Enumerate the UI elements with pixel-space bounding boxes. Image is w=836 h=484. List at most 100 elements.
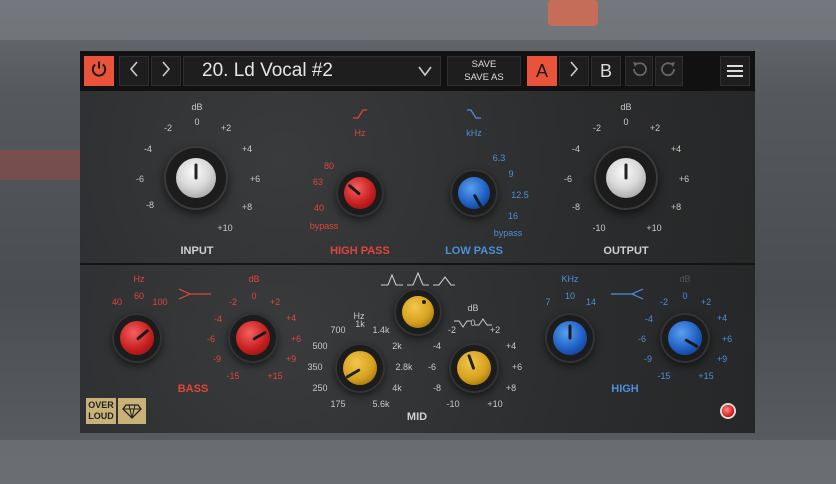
mid-freq-1-4k: 1.4k: [372, 325, 390, 335]
high-gain-m9: -9: [643, 354, 653, 364]
low-pass-9: 9: [508, 169, 514, 179]
low-pass-bypass: bypass: [493, 228, 523, 238]
ab-copy-button[interactable]: [559, 56, 589, 86]
preset-selector[interactable]: 20. Ld Vocal #2: [183, 56, 441, 86]
input-gain-knob[interactable]: [176, 158, 216, 198]
eq-section: Hz 40 60 100 dB -15 -9 -6 -4 -2 0 +2 +4 …: [80, 265, 755, 433]
knob-indicator: [136, 328, 150, 341]
mid-gain-unit: dB: [467, 303, 479, 313]
menu-icon: [727, 70, 743, 72]
mid-gain-m10: -10: [446, 399, 460, 409]
knob-indicator: [684, 338, 699, 349]
high-gain-unit: dB: [679, 274, 691, 284]
power-button[interactable]: [84, 56, 114, 86]
knob-indicator: [347, 183, 361, 196]
bass-gain-p6: +6: [290, 334, 302, 344]
high-gain-m6: -6: [637, 334, 647, 344]
filter-curve-icon: [380, 271, 456, 287]
output-scale-m4: -4: [571, 144, 581, 154]
bass-gain-p15: +15: [267, 371, 283, 381]
undo-icon: [630, 60, 648, 83]
bass-gain-knob[interactable]: [236, 321, 270, 355]
bass-gain-m6: -6: [206, 334, 216, 344]
preset-name: 20. Ld Vocal #2: [202, 60, 333, 81]
filter-section: dB -10 -8 -6 -4 -2 0 +2 +4 +6 +8 +10 INP…: [80, 91, 755, 265]
toolbar: 20. Ld Vocal #2 SAVE SAVE AS A B: [80, 51, 755, 91]
bass-freq-60: 60: [133, 291, 145, 301]
high-freq-10: 10: [564, 291, 576, 301]
output-scale-p6: +6: [678, 174, 690, 184]
input-scale-0: 0: [194, 117, 200, 127]
high-freq-unit: KHz: [561, 274, 579, 284]
output-scale-p8: +8: [670, 202, 682, 212]
high-pass-knob[interactable]: [344, 177, 376, 209]
filter-curve-icon: [466, 109, 482, 119]
mid-gain-knob[interactable]: [457, 351, 491, 385]
high-gain-p9: +9: [716, 354, 728, 364]
high-gain-p15: +15: [698, 371, 714, 381]
knob-indicator: [422, 300, 426, 304]
logo-wordmark: OVER LOUD: [86, 398, 116, 424]
output-gain-knob[interactable]: [606, 158, 646, 198]
input-scale-p2: +2: [220, 123, 232, 133]
input-scale-p6: +6: [249, 174, 261, 184]
low-pass-knob[interactable]: [458, 177, 490, 209]
logo-line-1: OVER: [88, 400, 114, 410]
high-gain-knob[interactable]: [668, 321, 702, 355]
ab-b-label: B: [599, 60, 612, 81]
bass-gain-m2: -2: [228, 297, 238, 307]
knob-indicator: [252, 330, 267, 341]
mid-gain-p4: +4: [505, 341, 517, 351]
bass-freq-40: 40: [111, 297, 123, 307]
knob-indicator: [467, 353, 476, 371]
knob-indicator: [345, 368, 361, 379]
save-as-button[interactable]: SAVE AS: [464, 71, 503, 84]
menu-button[interactable]: [720, 56, 750, 86]
high-gain-0: 0: [682, 291, 688, 301]
low-pass-12-5: 12.5: [511, 190, 529, 200]
bass-freq-knob[interactable]: [120, 321, 154, 355]
next-preset-button[interactable]: [151, 56, 181, 86]
mid-freq-350: 350: [307, 362, 323, 372]
diamond-icon: [118, 398, 146, 424]
output-scale-p10: +10: [646, 223, 662, 233]
high-gain-p6: +6: [721, 334, 733, 344]
bass-label: BASS: [177, 383, 209, 395]
filter-curve-icon: [178, 287, 212, 301]
high-gain-p2: +2: [700, 297, 712, 307]
mid-freq-knob[interactable]: [343, 351, 377, 385]
redo-icon: [660, 60, 678, 83]
knob-indicator: [624, 163, 628, 180]
output-scale-m6: -6: [563, 174, 573, 184]
high-freq-14: 14: [585, 297, 597, 307]
low-pass-16: 16: [507, 211, 519, 221]
high-pass-63: 63: [312, 177, 324, 187]
copy-arrow-icon: [569, 60, 579, 82]
redo-button[interactable]: [655, 56, 683, 86]
high-pass-80: 80: [323, 161, 335, 171]
ab-b-button[interactable]: B: [591, 56, 621, 86]
bass-gain-p9: +9: [285, 354, 297, 364]
bass-gain-p2: +2: [269, 297, 281, 307]
mid-freq-175: 175: [330, 399, 346, 409]
mid-gain-p2: +2: [489, 325, 501, 335]
save-button[interactable]: SAVE: [472, 58, 497, 71]
mid-label: MID: [406, 411, 428, 423]
low-pass-unit: kHz: [466, 128, 482, 138]
bass-gain-unit: dB: [248, 274, 260, 284]
power-icon: [90, 60, 108, 83]
high-freq-knob[interactable]: [553, 321, 587, 355]
undo-button[interactable]: [625, 56, 653, 86]
input-scale-m4: -4: [143, 144, 153, 154]
prev-preset-button[interactable]: [119, 56, 149, 86]
high-freq-7: 7: [545, 297, 551, 307]
ab-a-button[interactable]: A: [527, 56, 557, 86]
output-scale-0: 0: [623, 117, 629, 127]
prev-arrow-icon: [129, 60, 139, 83]
output-scale-p4: +4: [670, 144, 682, 154]
save-button-group: SAVE SAVE AS: [447, 56, 521, 86]
mid-gain-p8: +8: [505, 383, 517, 393]
mid-freq-1k: 1k: [355, 319, 365, 329]
ab-a-label: A: [535, 60, 548, 81]
mid-q-knob[interactable]: [402, 296, 434, 328]
